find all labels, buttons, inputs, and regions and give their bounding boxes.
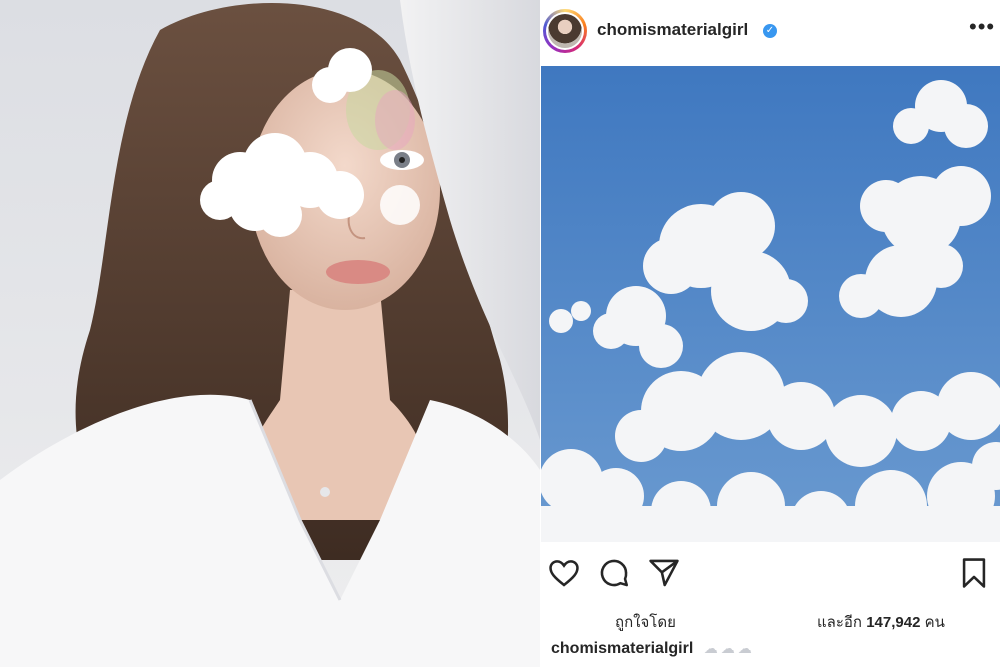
action-bar — [541, 552, 1000, 592]
avatar-photo — [548, 14, 582, 48]
caption: chomismaterialgirl ☁☁☁ — [551, 640, 755, 658]
heart-icon[interactable] — [547, 556, 581, 590]
avatar-image — [546, 12, 584, 50]
instagram-post: chomismaterialgirl ✓ ••• ถูกใจโดย และอีก… — [541, 0, 1000, 667]
liked-by-label: ถูกใจโดย — [615, 614, 676, 631]
comment-icon[interactable] — [597, 556, 631, 590]
and-others-label: และอีก — [817, 614, 863, 631]
likes-count: 147,942 — [866, 614, 921, 631]
likes-others: และอีก 147,942 คน — [817, 610, 945, 634]
more-options-icon[interactable]: ••• — [969, 14, 995, 40]
send-icon[interactable] — [647, 556, 681, 590]
portrait-photo — [0, 0, 540, 667]
bookmark-icon[interactable] — [957, 556, 991, 590]
likes-summary[interactable]: ถูกใจโดย และอีก 147,942 คน — [541, 606, 1000, 632]
post-image[interactable] — [541, 66, 1000, 542]
username-link[interactable]: chomismaterialgirl — [597, 20, 748, 40]
cloud-emoji: ☁☁☁ — [703, 640, 755, 656]
avatar[interactable] — [543, 9, 587, 53]
verified-badge-icon: ✓ — [763, 24, 777, 38]
likes-unit: คน — [924, 614, 945, 631]
caption-username-link[interactable]: chomismaterialgirl — [551, 640, 693, 657]
post-header: chomismaterialgirl ✓ ••• — [541, 0, 1000, 64]
